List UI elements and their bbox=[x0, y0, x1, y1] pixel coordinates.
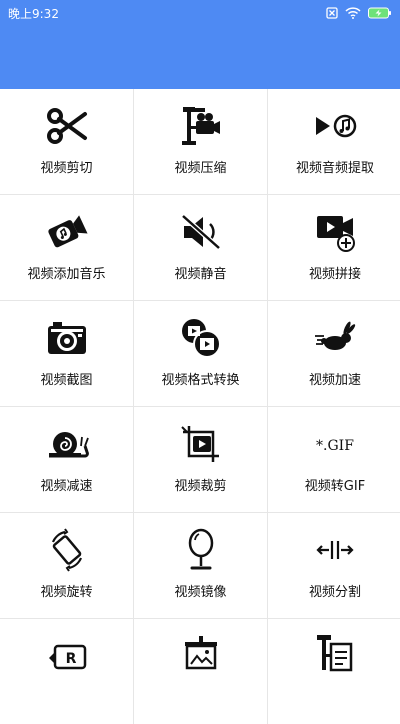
tool-add-music[interactable]: 视频添加音乐 bbox=[0, 195, 133, 300]
status-bar: 晚上9:32 bbox=[0, 0, 400, 26]
tool-merge[interactable]: 视频拼接 bbox=[268, 195, 400, 300]
tool-label: 视频减速 bbox=[40, 479, 93, 494]
mp3-clamp-icon bbox=[312, 631, 358, 677]
tool-label: 视频分割 bbox=[308, 585, 361, 600]
status-time: 晚上9:32 bbox=[8, 6, 59, 21]
split-icon bbox=[312, 527, 358, 573]
tool-to-gif[interactable]: *.GIF 视频转GIF bbox=[268, 407, 400, 512]
tool-label: 视频裁剪 bbox=[174, 479, 227, 494]
camera-music-icon bbox=[44, 209, 90, 255]
tool-label: 视频添加音乐 bbox=[27, 267, 106, 282]
tool-slow-down[interactable]: 视频减速 bbox=[0, 407, 133, 512]
tool-audio-extract[interactable]: 视频音频提取 bbox=[268, 89, 400, 194]
tool-mirror[interactable]: 视频镜像 bbox=[134, 513, 267, 618]
tool-format-convert[interactable]: 视频格式转换 bbox=[134, 301, 267, 406]
snail-icon bbox=[44, 421, 90, 467]
tool-label: 视频音频提取 bbox=[295, 161, 374, 176]
clamp-camera-icon bbox=[178, 103, 224, 149]
tool-speed-up[interactable]: 视频加速 bbox=[268, 301, 400, 406]
tool-label: 视频转GIF bbox=[304, 479, 366, 494]
presentation-icon bbox=[178, 631, 224, 677]
wifi-icon bbox=[345, 7, 361, 19]
rotate-icon bbox=[44, 527, 90, 573]
tool-label: 视频镜像 bbox=[174, 585, 227, 600]
tool-label: 视频格式转换 bbox=[161, 373, 240, 388]
app-header: 晚上9:32 bbox=[0, 0, 400, 89]
tool-label: 视频压缩 bbox=[174, 161, 227, 176]
tool-mp3-compress[interactable] bbox=[268, 619, 400, 724]
tool-label: 视频加速 bbox=[308, 373, 361, 388]
tool-reverse[interactable]: R bbox=[0, 619, 133, 724]
mute-icon bbox=[178, 209, 224, 255]
tool-label: 视频剪切 bbox=[40, 161, 93, 176]
reverse-icon-text: R bbox=[65, 651, 76, 667]
play-music-icon bbox=[312, 103, 358, 149]
tool-grid: 视频剪切 视频压缩 视频音频提取 视频添加音乐 视频静音 视频拼接 视频截图 视… bbox=[0, 89, 400, 724]
rabbit-icon bbox=[312, 315, 358, 361]
tool-video-cut[interactable]: 视频剪切 bbox=[0, 89, 133, 194]
battery-icon bbox=[368, 7, 391, 19]
camera-icon bbox=[44, 315, 90, 361]
tool-label: 视频截图 bbox=[40, 373, 93, 388]
reverse-icon: R bbox=[44, 631, 90, 677]
tool-screenshot[interactable]: 视频截图 bbox=[0, 301, 133, 406]
tool-label: 视频旋转 bbox=[40, 585, 93, 600]
crop-video-icon bbox=[178, 421, 224, 467]
sim-icon bbox=[326, 7, 338, 19]
tool-split[interactable]: 视频分割 bbox=[268, 513, 400, 618]
tool-presentation[interactable] bbox=[134, 619, 267, 724]
convert-format-icon bbox=[178, 315, 224, 361]
tool-mute[interactable]: 视频静音 bbox=[134, 195, 267, 300]
status-icons bbox=[326, 7, 392, 19]
video-add-icon bbox=[312, 209, 358, 255]
mirror-icon bbox=[178, 527, 224, 573]
tool-rotate[interactable]: 视频旋转 bbox=[0, 513, 133, 618]
gif-icon: *.GIF bbox=[312, 421, 358, 467]
tool-label: 视频拼接 bbox=[308, 267, 361, 282]
tool-crop[interactable]: 视频裁剪 bbox=[134, 407, 267, 512]
gif-icon-text: *.GIF bbox=[316, 438, 354, 454]
tool-label: 视频静音 bbox=[174, 267, 227, 282]
tool-video-compress[interactable]: 视频压缩 bbox=[134, 89, 267, 194]
scissors-icon bbox=[44, 103, 90, 149]
